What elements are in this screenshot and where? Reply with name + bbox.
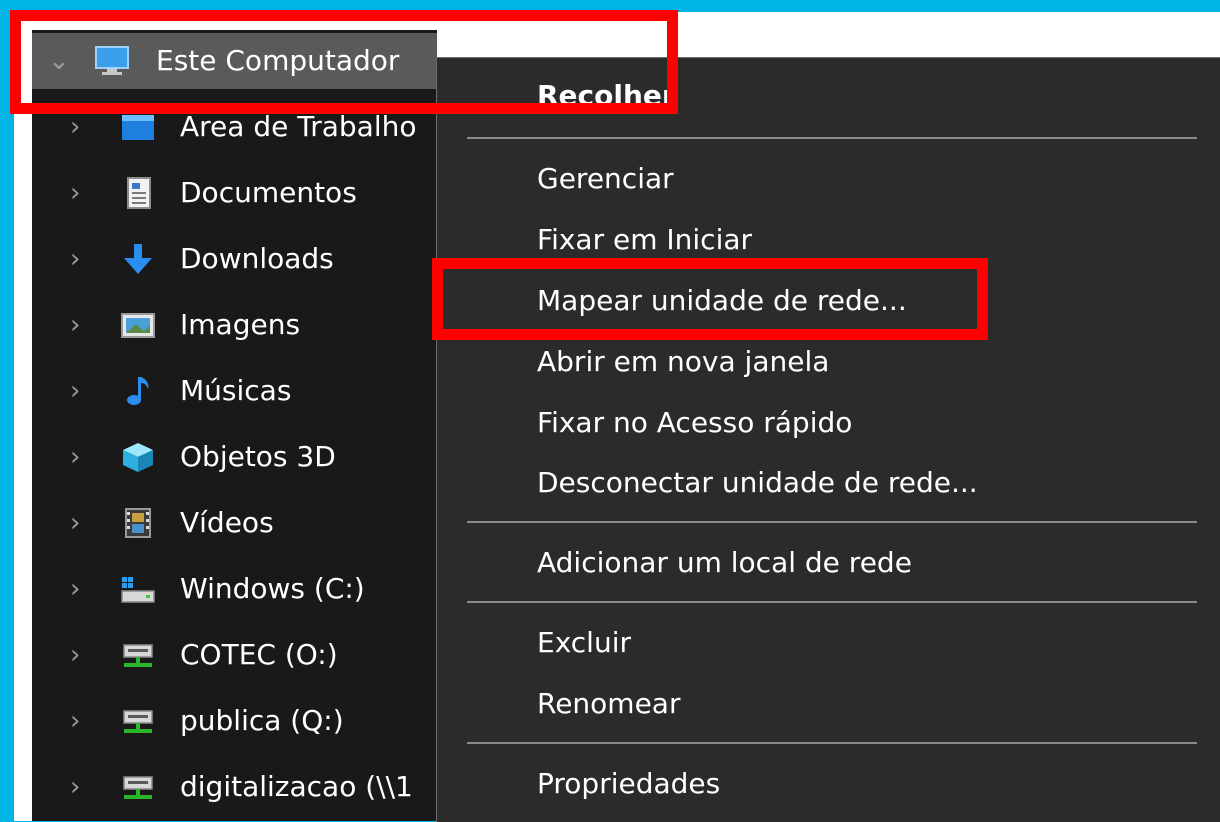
- menu-separator: [467, 137, 1197, 139]
- music-note-icon: [120, 375, 156, 407]
- chevron-right-icon[interactable]: ›: [70, 561, 80, 617]
- film-icon: [120, 507, 156, 539]
- nav-item-videos[interactable]: › Vídeos: [32, 495, 437, 551]
- nav-item-label: Objetos 3D: [180, 440, 336, 473]
- menu-item-label: Renomear: [537, 687, 681, 720]
- nav-item-label: COTEC (O:): [180, 638, 338, 671]
- menu-item-fixar-no-acesso-rapido[interactable]: Fixar no Acesso rápido: [437, 395, 1220, 451]
- menu-item-gerenciar[interactable]: Gerenciar: [437, 151, 1220, 207]
- menu-item-desconectar-unidade-de-rede[interactable]: Desconectar unidade de rede...: [437, 455, 1220, 511]
- document-icon: [120, 177, 156, 209]
- chevron-right-icon[interactable]: ›: [70, 297, 80, 353]
- nav-item-cotec-o[interactable]: › COTEC (O:): [32, 627, 437, 683]
- chevron-right-icon[interactable]: ›: [70, 231, 80, 287]
- menu-item-label: Adicionar um local de rede: [537, 546, 912, 579]
- navigation-pane: ⌄ Este Computador › Área de Trabalho › D…: [32, 30, 437, 821]
- menu-item-label: Propriedades: [537, 767, 721, 800]
- desktop-icon: [120, 111, 156, 143]
- menu-item-abrir-em-nova-janela[interactable]: Abrir em nova janela: [437, 334, 1220, 390]
- network-drive-icon: [120, 639, 156, 671]
- nav-item-digitalizacao[interactable]: › digitalizacao (\\1: [32, 759, 437, 815]
- cube-icon: [120, 441, 156, 473]
- download-arrow-icon: [120, 243, 156, 275]
- chevron-right-icon[interactable]: ›: [70, 495, 80, 551]
- context-menu: Recolher Gerenciar Fixar em Iniciar Mape…: [436, 57, 1220, 822]
- nav-item-label: Imagens: [180, 308, 301, 341]
- nav-item-objetos-3d[interactable]: › Objetos 3D: [32, 429, 437, 485]
- menu-separator: [467, 521, 1197, 523]
- network-drive-icon: [120, 705, 156, 737]
- chevron-right-icon[interactable]: ›: [70, 165, 80, 221]
- chevron-right-icon[interactable]: ›: [70, 429, 80, 485]
- nav-item-label: Músicas: [180, 374, 292, 407]
- menu-item-renomear[interactable]: Renomear: [437, 676, 1220, 732]
- nav-item-imagens[interactable]: › Imagens: [32, 297, 437, 353]
- network-drive-icon: [120, 771, 156, 803]
- nav-item-publica-q[interactable]: › publica (Q:): [32, 693, 437, 749]
- windows-drive-icon: [120, 573, 156, 605]
- menu-separator: [467, 601, 1197, 603]
- menu-item-label: Desconectar unidade de rede...: [537, 466, 978, 499]
- highlight-box-mapear-unidade: [432, 258, 988, 340]
- nav-item-label: digitalizacao (\\1: [180, 770, 413, 803]
- nav-item-label: Windows (C:): [180, 572, 365, 605]
- chevron-right-icon[interactable]: ›: [70, 693, 80, 749]
- nav-item-downloads[interactable]: › Downloads: [32, 231, 437, 287]
- chevron-right-icon[interactable]: ›: [70, 627, 80, 683]
- menu-item-label: Gerenciar: [537, 162, 674, 195]
- nav-item-label: Downloads: [180, 242, 334, 275]
- menu-item-adicionar-local-de-rede[interactable]: Adicionar um local de rede: [437, 535, 1220, 591]
- menu-separator: [467, 742, 1197, 744]
- nav-item-label: Vídeos: [180, 506, 274, 539]
- nav-item-label: Documentos: [180, 176, 357, 209]
- menu-item-label: Abrir em nova janela: [537, 345, 830, 378]
- menu-item-label: Excluir: [537, 626, 631, 659]
- picture-icon: [120, 309, 156, 341]
- chevron-right-icon[interactable]: ›: [70, 363, 80, 419]
- highlight-box-este-computador: [10, 10, 678, 114]
- nav-item-musicas[interactable]: › Músicas: [32, 363, 437, 419]
- nav-item-windows-c[interactable]: › Windows (C:): [32, 561, 437, 617]
- chevron-right-icon[interactable]: ›: [70, 759, 80, 815]
- nav-item-label: publica (Q:): [180, 704, 344, 737]
- menu-item-propriedades[interactable]: Propriedades: [437, 756, 1220, 812]
- menu-item-label: Fixar no Acesso rápido: [537, 406, 853, 439]
- nav-item-documentos[interactable]: › Documentos: [32, 165, 437, 221]
- menu-item-excluir[interactable]: Excluir: [437, 615, 1220, 671]
